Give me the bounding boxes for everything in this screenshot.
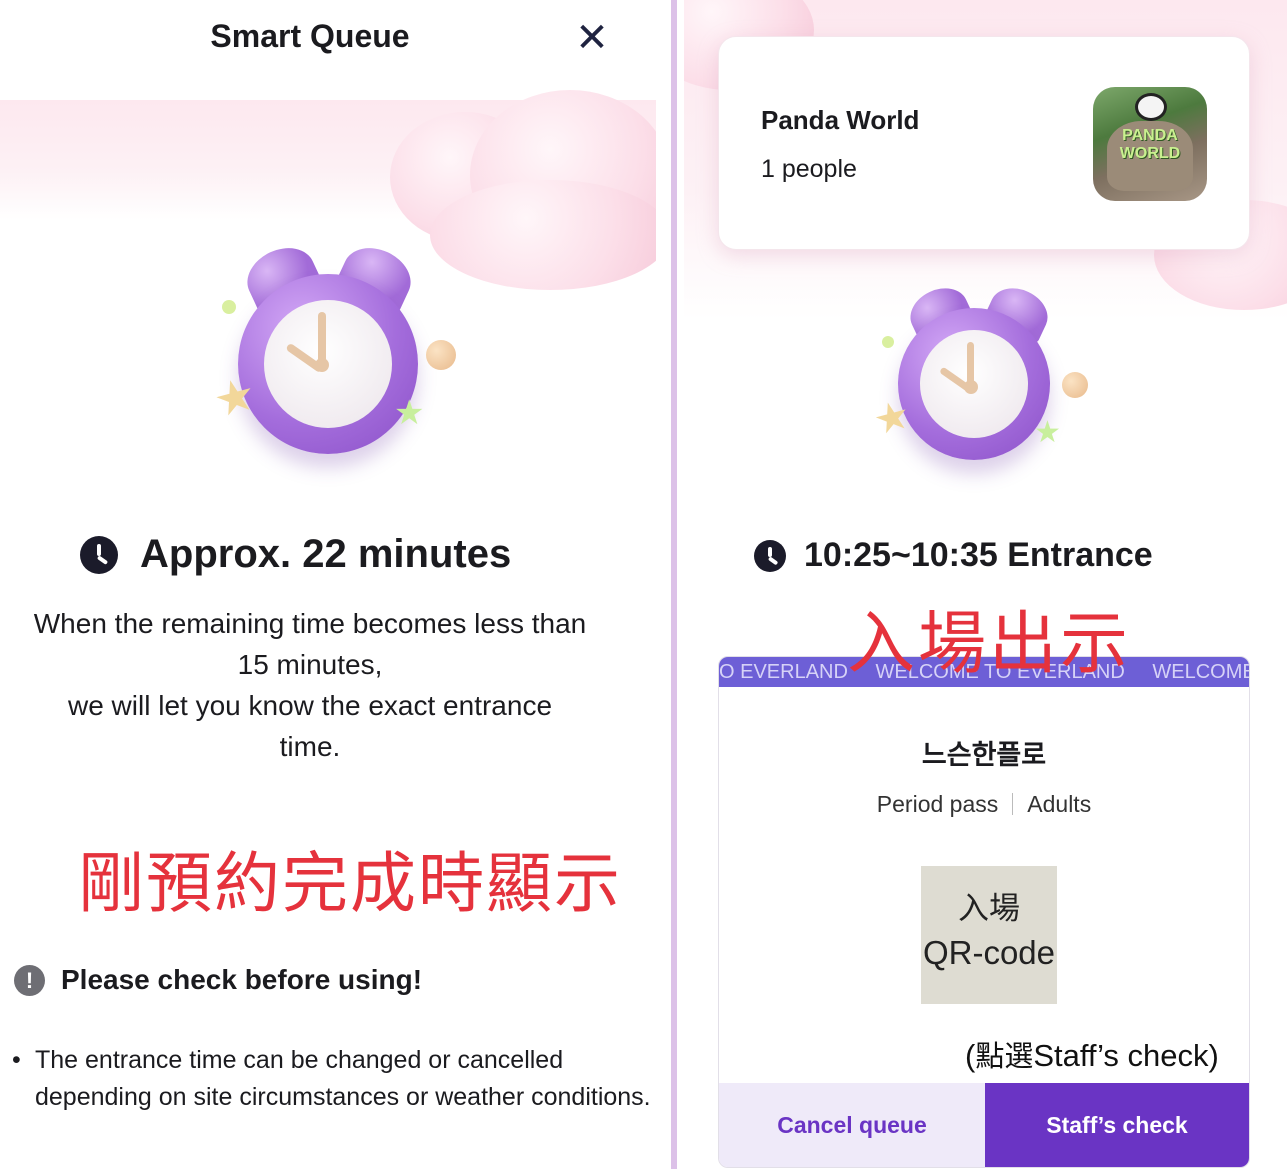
notice-bullet: • The entrance time can be changed or ca… <box>12 1042 655 1116</box>
marquee-text: O EVERLAND <box>719 661 848 683</box>
screen-divider <box>671 0 677 1169</box>
panda-icon <box>1135 93 1167 121</box>
right-screen: Panda World 1 people PANDA WORLD ★ ★ 10:… <box>684 0 1287 1169</box>
entrance-time: 10:25~10:35 Entrance <box>804 536 1153 574</box>
pass-audience: Adults <box>1027 791 1092 817</box>
clock-icon <box>80 535 118 574</box>
qr-label-en: QR-code <box>922 934 1056 971</box>
page-title: Smart Queue <box>210 18 410 54</box>
attraction-name: Panda World <box>761 105 920 135</box>
alarm-clock-illustration: ★ ★ <box>208 237 464 476</box>
hint-cn: 點選 <box>975 1039 1034 1073</box>
wait-description-line: When the remaining time becomes less tha… <box>33 608 587 639</box>
divider <box>1012 793 1014 815</box>
attraction-card[interactable]: Panda World 1 people PANDA WORLD <box>718 36 1250 250</box>
wait-estimate: Approx. 22 minutes <box>140 532 512 576</box>
close-icon[interactable]: ✕ <box>572 18 612 58</box>
alarm-clock-illustration: ★ ★ <box>869 279 1094 476</box>
wait-description-line: time. <box>279 731 341 762</box>
wait-description-line: we will let you know the exact entrance <box>67 690 553 721</box>
ticket-holder-name: 느슨한플로 <box>921 740 1047 771</box>
wait-description-line: 15 minutes, <box>237 649 383 680</box>
pass-type: Period pass <box>876 791 999 817</box>
bullet-dot: • <box>12 1046 21 1074</box>
party-size: 1 people <box>761 155 857 183</box>
staff-check-hint: (點選Staff’s check) <box>965 1033 1219 1075</box>
attraction-logo-text: PANDA WORLD <box>1119 127 1181 162</box>
attraction-thumbnail: PANDA WORLD <box>1093 87 1207 201</box>
annotation-reservation-complete: 剛預約完成時顯示 <box>78 845 622 922</box>
marquee-text: WELCOME TO E <box>1152 661 1249 683</box>
notice-bullet-text: The entrance time can be changed or canc… <box>35 1046 651 1111</box>
notice-header: ! Please check before using! <box>14 964 422 996</box>
entrance-time-row: 10:25~10:35 Entrance <box>754 536 1153 575</box>
pass-info: Period pass Adults <box>719 791 1249 818</box>
ticket-card: O EVERLAND WELCOME TO EVERLAND WELCOME T… <box>718 656 1250 1168</box>
wait-estimate-row: Approx. 22 minutes <box>80 532 511 577</box>
staff-check-button[interactable]: Staff’s check <box>985 1083 1249 1167</box>
hint-en: Staff’s check) <box>1033 1038 1219 1073</box>
clock-icon <box>754 539 786 572</box>
left-screen: Smart Queue ✕ ★ ★ Approx. 22 minutes Whe… <box>0 0 656 1169</box>
qr-code-placeholder: 入場 QR-code <box>921 866 1057 1004</box>
wait-description: When the remaining time becomes less tha… <box>0 603 620 767</box>
qr-label-cn: 入場 <box>958 891 1020 927</box>
cancel-queue-button[interactable]: Cancel queue <box>719 1083 985 1167</box>
annotation-show-at-entrance: 入場出示 <box>847 605 1132 684</box>
hint-paren: ( <box>965 1038 976 1073</box>
exclamation-icon: ! <box>14 964 45 996</box>
notice-title: Please check before using! <box>61 964 423 995</box>
